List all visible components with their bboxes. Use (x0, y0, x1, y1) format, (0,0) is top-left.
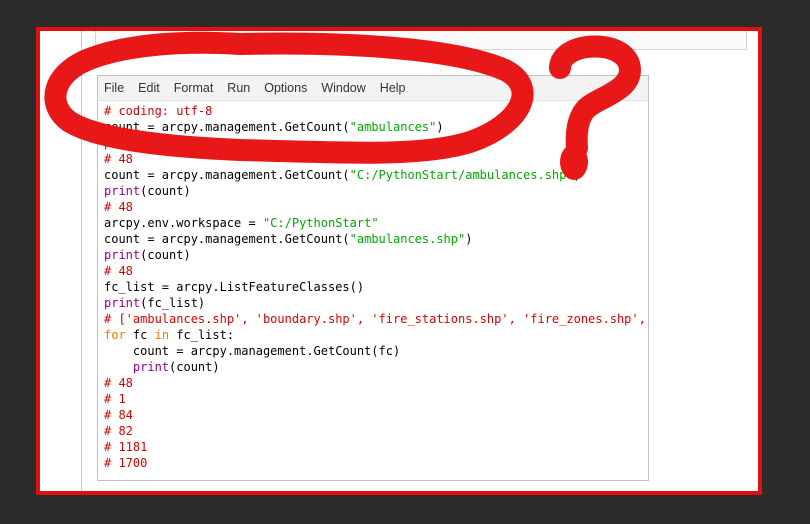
code-token: (count) (169, 360, 220, 374)
code-line: # 48 (104, 263, 648, 279)
menu-help[interactable]: Help (380, 81, 406, 95)
code-line: print(count) (104, 247, 648, 263)
code-token: ) (573, 168, 581, 182)
code-token: (count) (140, 248, 191, 262)
top-panel-strip (95, 31, 747, 50)
code-line: print(fc_list) (104, 295, 648, 311)
code-line: arcpy.env.workspace = "C:/PythonStart" (104, 215, 648, 231)
code-line: # coding: utf-8 (104, 103, 648, 119)
code-token: fc (125, 328, 155, 342)
code-token: # 82 (104, 424, 133, 438)
code-token: print (104, 136, 141, 150)
code-line: fc_list = arcpy.ListFeatureClasses() (104, 279, 648, 295)
code-line: # 1181 (104, 439, 648, 455)
code-token: # ['ambulances.shp', 'boundary.shp', 'fi… (104, 312, 646, 326)
left-divider (81, 31, 82, 491)
code-token: # 48 (104, 264, 133, 278)
code-token: # coding: utf-8 (104, 104, 213, 118)
idle-editor-window: File Edit Format Run Options Window Help… (97, 75, 649, 481)
code-line: # 48 (104, 151, 648, 167)
code-token: print (104, 184, 141, 198)
code-token: # 84 (104, 408, 133, 422)
code-token: in (154, 328, 170, 342)
code-token: (count) (140, 136, 191, 150)
code-line: # 1 (104, 391, 648, 407)
code-token: ) (436, 120, 444, 134)
code-token: fc_list = arcpy.ListFeatureClasses() (104, 280, 365, 294)
menu-bar: File Edit Format Run Options Window Help (98, 76, 648, 101)
menu-window[interactable]: Window (321, 81, 365, 95)
menu-options[interactable]: Options (264, 81, 307, 95)
code-line: # 48 (104, 199, 648, 215)
code-token: # 1 (104, 392, 126, 406)
code-token: # 1700 (104, 456, 148, 470)
screenshot-frame: File Edit Format Run Options Window Help… (36, 27, 762, 495)
code-line: # 84 (104, 407, 648, 423)
code-token: count = arcpy.management.GetCount( (104, 120, 350, 134)
menu-format[interactable]: Format (174, 81, 214, 95)
code-token: "C:/PythonStart" (262, 216, 379, 230)
code-token: "C:/PythonStart/ambulances.shp" (349, 168, 574, 182)
code-token: # 1181 (104, 440, 148, 454)
menu-edit[interactable]: Edit (138, 81, 160, 95)
code-token: "ambulances" (349, 120, 437, 134)
code-token: print (104, 248, 141, 262)
code-token: for (104, 328, 126, 342)
code-token: count = arcpy.management.GetCount(fc) (104, 344, 401, 358)
menu-file[interactable]: File (104, 81, 124, 95)
code-token: fc_list: (169, 328, 235, 342)
code-token: # 48 (104, 200, 133, 214)
code-token: count = arcpy.management.GetCount( (104, 168, 350, 182)
code-line: print(count) (104, 183, 648, 199)
menu-run[interactable]: Run (227, 81, 250, 95)
code-token: "ambulances.shp" (349, 232, 466, 246)
code-token: (count) (140, 184, 191, 198)
code-token: count = arcpy.management.GetCount( (104, 232, 350, 246)
code-text-area[interactable]: # coding: utf-8 count = arcpy.management.… (98, 101, 648, 471)
code-token: ) (465, 232, 473, 246)
code-token: print (132, 360, 170, 374)
code-token: arcpy.env.workspace = (104, 216, 263, 230)
code-line: count = arcpy.management.GetCount("C:/Py… (104, 167, 648, 183)
code-line: # 82 (104, 423, 648, 439)
code-token: print (104, 296, 141, 310)
code-line: for fc in fc_list: (104, 327, 648, 343)
code-token: # 48 (104, 376, 133, 390)
code-token: # 48 (104, 152, 133, 166)
code-line: count = arcpy.management.GetCount(fc) (104, 343, 648, 359)
code-line: print(count) (104, 135, 648, 151)
code-line: count = arcpy.management.GetCount("ambul… (104, 231, 648, 247)
code-line: # 1700 (104, 455, 648, 471)
code-token: (fc_list) (140, 296, 206, 310)
code-line: print(count) (104, 359, 648, 375)
code-line: # ['ambulances.shp', 'boundary.shp', 'fi… (104, 311, 648, 327)
code-line: # 48 (104, 375, 648, 391)
code-line: count = arcpy.management.GetCount("ambul… (104, 119, 648, 135)
